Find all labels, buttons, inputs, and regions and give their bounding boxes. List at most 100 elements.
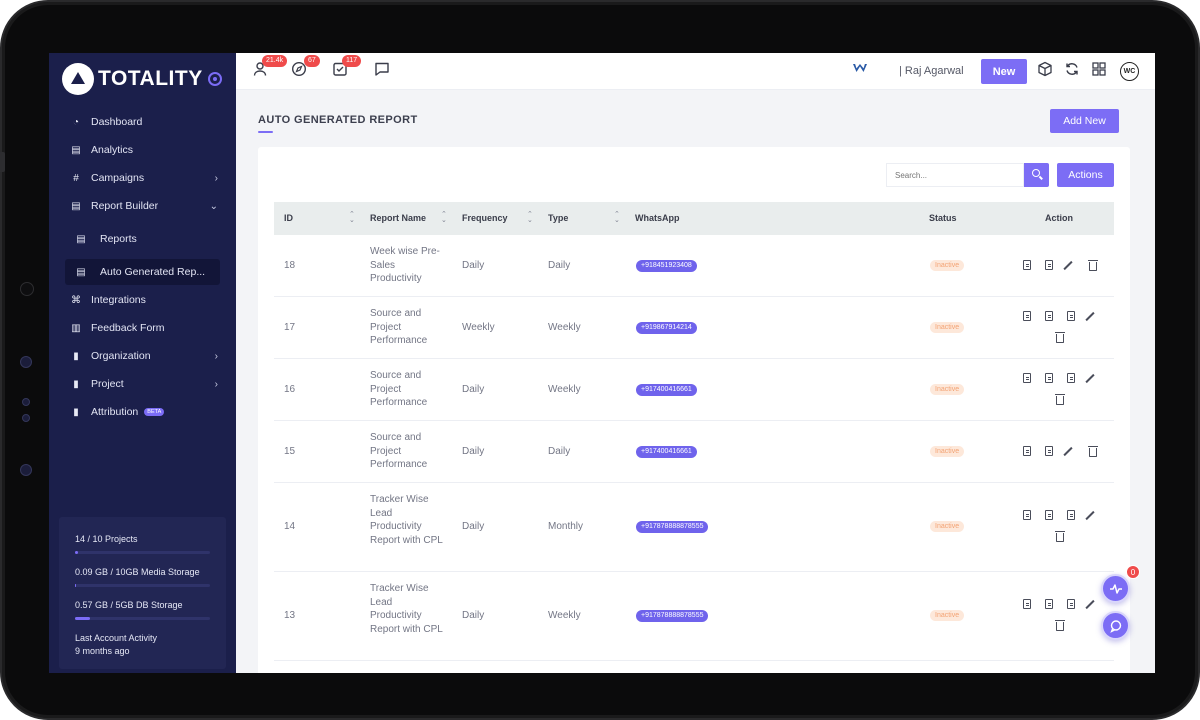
target-icon[interactable]: [208, 72, 222, 86]
column-header-report-name[interactable]: Report Name: [370, 202, 426, 235]
row-type: Weekly: [548, 610, 581, 621]
command-icon: ⌘: [71, 294, 81, 306]
sidebar-item-integrations[interactable]: ⌘ Integrations: [49, 287, 236, 313]
whatsapp-badge: +917400416661: [636, 384, 697, 396]
column-header-id[interactable]: ID: [284, 202, 293, 235]
sidebar-item-attribution[interactable]: ▮ Attribution BETA: [49, 399, 236, 425]
search-input[interactable]: [886, 163, 1024, 187]
delete-icon[interactable]: [1055, 394, 1065, 405]
delete-icon[interactable]: [1088, 446, 1098, 457]
sort-icon[interactable]: ⌃ ⌄: [349, 211, 355, 224]
view-document-icon[interactable]: [1023, 599, 1031, 609]
export-document-icon[interactable]: [1067, 599, 1075, 609]
edit-icon[interactable]: [1063, 260, 1073, 271]
view-document-icon[interactable]: [1023, 311, 1031, 321]
download-document-icon[interactable]: [1045, 446, 1053, 456]
actions-button[interactable]: Actions: [1057, 163, 1114, 187]
row-report-name[interactable]: Tracker Wise Lead Productivity Report wi…: [370, 493, 446, 547]
sidebar-item-dashboard[interactable]: ◔ Dashboard: [49, 109, 236, 135]
projects-usage-fill: [75, 551, 78, 554]
export-document-icon[interactable]: [1067, 311, 1075, 321]
brand-logo[interactable]: TOTALITY: [62, 62, 203, 96]
refresh-icon[interactable]: [1062, 61, 1082, 81]
bar-chart-icon: ▮: [73, 350, 79, 362]
export-document-icon[interactable]: [1067, 510, 1075, 520]
sidebar-item-report-builder[interactable]: ▤ Report Builder ⌄: [49, 193, 236, 219]
sort-icon[interactable]: ⌃ ⌄: [614, 211, 620, 224]
cube-icon[interactable]: [1035, 61, 1055, 81]
edit-icon[interactable]: [1085, 510, 1095, 521]
column-header-status[interactable]: Status: [929, 202, 957, 235]
column-header-frequency[interactable]: Frequency: [462, 202, 508, 235]
column-header-type[interactable]: Type: [548, 202, 568, 235]
edit-icon[interactable]: [1063, 446, 1073, 457]
column-header-whatsapp[interactable]: WhatsApp: [635, 202, 680, 235]
top-bar: 21.4k 67 117 | Raj Agarwal New WC: [236, 53, 1155, 90]
view-document-icon[interactable]: [1023, 510, 1031, 520]
chevron-right-icon: ›: [214, 350, 218, 362]
row-frequency: Weekly: [462, 322, 495, 333]
download-document-icon[interactable]: [1045, 599, 1053, 609]
sidebar-item-label: Dashboard: [91, 116, 143, 128]
edit-icon[interactable]: [1085, 373, 1095, 384]
sidebar-item-reports[interactable]: ▤ Reports: [49, 226, 236, 252]
row-id: 18: [284, 260, 296, 271]
tablet-frame: TOTALITY ◔ Dashboard ▤ Analytics # Campa…: [0, 0, 1200, 720]
db-storage-label: 0.57 GB / 5GB DB Storage: [75, 600, 183, 610]
brand-name: TOTALITY: [98, 67, 203, 90]
row-report-name[interactable]: Tracker Wise Lead Productivity Report wi…: [370, 582, 446, 636]
sidebar-item-label: Organization: [91, 350, 151, 362]
row-report-name[interactable]: Source and Project Performance: [370, 369, 446, 410]
delete-icon[interactable]: [1055, 620, 1065, 631]
delete-icon[interactable]: [1055, 531, 1065, 542]
db-storage-bar: [75, 617, 210, 620]
sidebar-item-auto-generated-reports[interactable]: ▤ Auto Generated Rep...: [65, 259, 220, 285]
last-activity-value: 9 months ago: [75, 646, 130, 656]
delete-icon[interactable]: [1055, 332, 1065, 343]
download-document-icon[interactable]: [1045, 311, 1053, 321]
download-document-icon[interactable]: [1045, 373, 1053, 383]
download-document-icon[interactable]: [1045, 260, 1053, 270]
avatar[interactable]: WC: [1120, 62, 1139, 81]
chat-icon-glyph: [375, 62, 389, 76]
whatsapp-badge: +917400416661: [636, 446, 697, 458]
download-document-icon[interactable]: [1045, 510, 1053, 520]
projects-usage-label: 14 / 10 Projects: [75, 534, 138, 544]
report-table-card: Actions ID ⌃⌄ Report Name ⌃⌄ Frequency ⌃…: [258, 147, 1130, 673]
new-button[interactable]: New: [981, 59, 1027, 84]
row-frequency: Daily: [462, 446, 485, 457]
chat-icon[interactable]: [372, 61, 392, 81]
row-report-name[interactable]: Source and Project Performance: [370, 431, 446, 472]
compass-count-badge: 67: [304, 55, 320, 67]
sidebar-item-organization[interactable]: ▮ Organization ›: [49, 343, 236, 369]
activity-fab-button[interactable]: [1101, 574, 1130, 603]
media-storage-fill: [75, 584, 77, 587]
scrollbar[interactable]: [1149, 90, 1155, 673]
edit-icon[interactable]: [1085, 311, 1095, 322]
view-document-icon[interactable]: [1023, 260, 1031, 270]
row-frequency: Daily: [462, 260, 485, 271]
user-name[interactable]: | Raj Agarwal: [899, 65, 964, 77]
export-document-icon[interactable]: [1067, 373, 1075, 383]
sidebar-item-campaigns[interactable]: # Campaigns ›: [49, 165, 236, 191]
chat-fab-button[interactable]: [1101, 611, 1130, 640]
sidebar-item-project[interactable]: ▮ Project ›: [49, 371, 236, 397]
view-document-icon[interactable]: [1023, 373, 1031, 383]
add-new-button[interactable]: Add New: [1050, 109, 1119, 133]
table-header: ID ⌃ ⌄ Report Name ⌃ ⌄ Frequency ⌃ ⌄ Type ⌃…: [274, 202, 1114, 235]
row-report-name[interactable]: Week wise Pre-Sales Productivity: [370, 245, 446, 286]
row-type: Weekly: [548, 322, 581, 333]
delete-icon[interactable]: [1088, 260, 1098, 271]
view-document-icon[interactable]: [1023, 446, 1031, 456]
sidebar-item-analytics[interactable]: ▤ Analytics: [49, 137, 236, 163]
search-icon[interactable]: [1024, 163, 1049, 187]
sort-icon[interactable]: ⌃ ⌄: [527, 211, 533, 224]
sidebar-item-label: Campaigns: [91, 172, 145, 184]
media-storage-label: 0.09 GB / 10GB Media Storage: [75, 567, 200, 577]
sidebar-item-feedback-form[interactable]: ▥ Feedback Form: [49, 315, 236, 341]
row-report-name[interactable]: Source and Project Performance: [370, 307, 446, 348]
chevron-down-icon: ⌄: [209, 200, 218, 212]
edit-icon[interactable]: [1085, 599, 1095, 610]
apps-grid-icon[interactable]: [1089, 61, 1109, 81]
sort-icon[interactable]: ⌃ ⌄: [441, 211, 447, 224]
